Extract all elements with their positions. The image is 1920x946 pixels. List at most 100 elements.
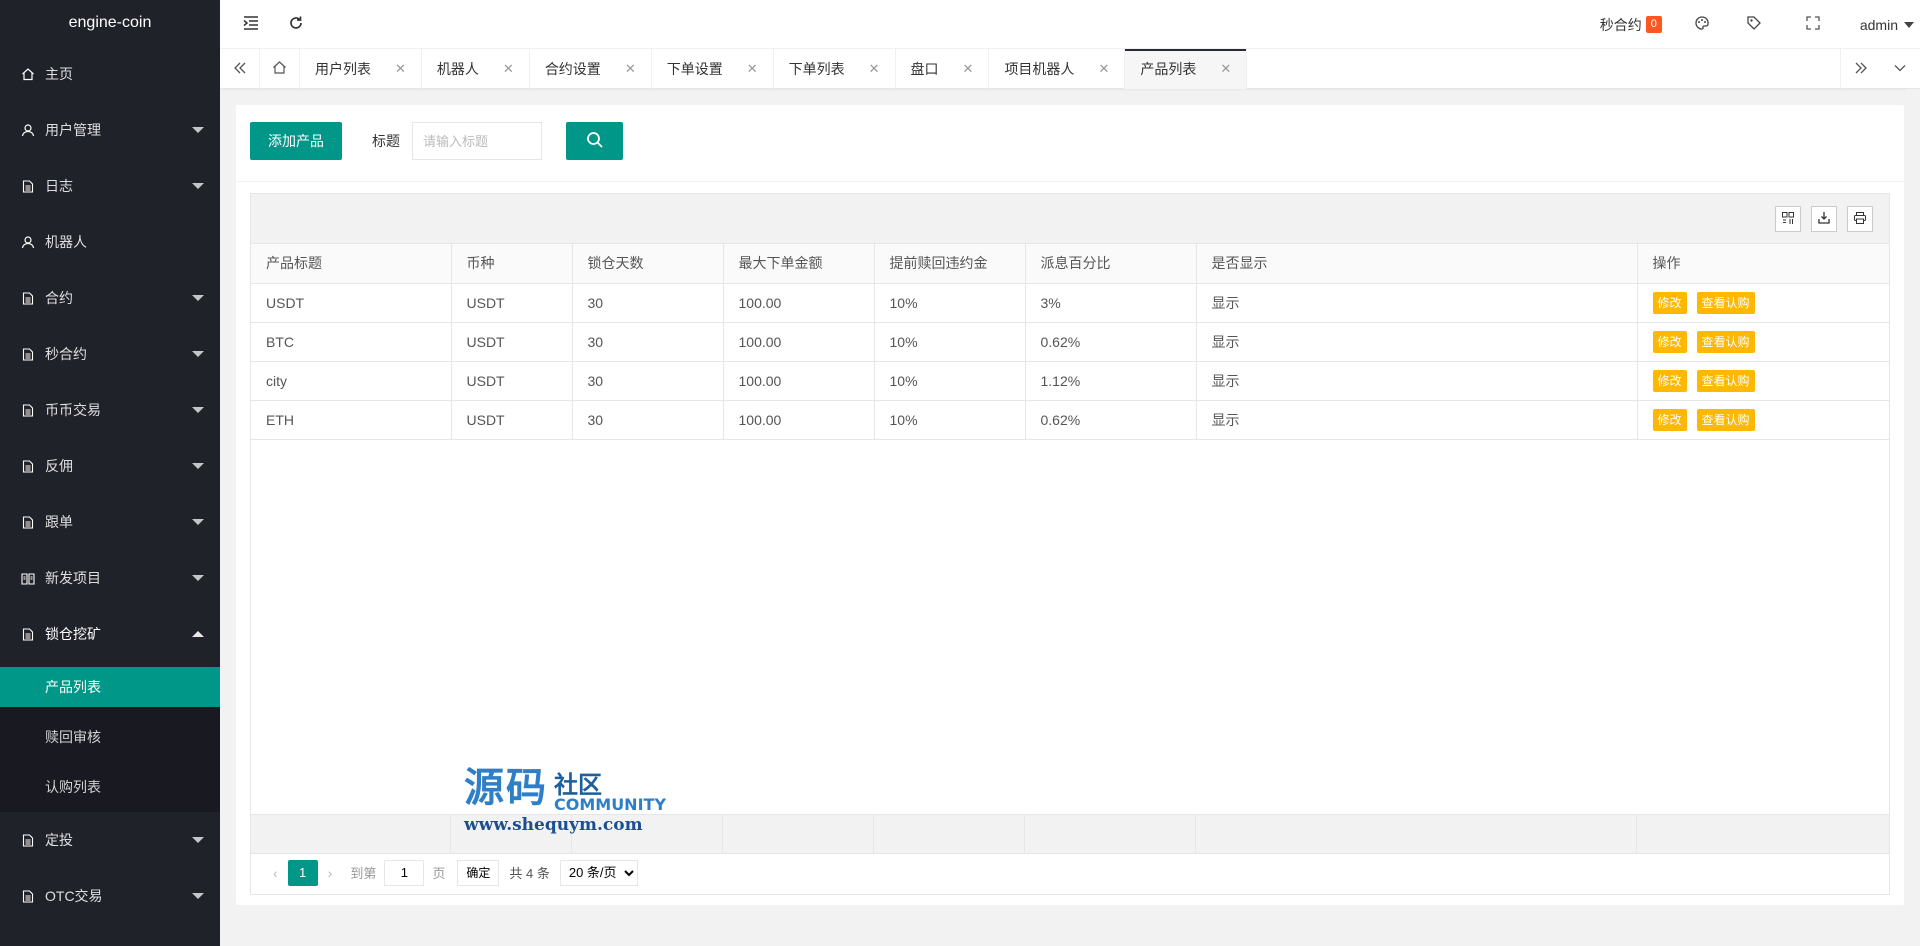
goto-page-input[interactable] bbox=[384, 859, 425, 886]
table-cell: 1.12% bbox=[1025, 361, 1197, 401]
doc-icon bbox=[20, 889, 36, 903]
table-cell: ETH bbox=[251, 400, 452, 440]
export-button[interactable] bbox=[1811, 206, 1837, 232]
tab[interactable]: 用户列表 ✕ bbox=[300, 49, 422, 89]
double-chevron-left-icon bbox=[233, 61, 247, 78]
sidebar-item[interactable]: 用户管理 bbox=[0, 102, 220, 158]
collapse-menu-button[interactable] bbox=[239, 12, 263, 36]
tab[interactable]: 项目机器人 ✕ bbox=[989, 49, 1126, 89]
sidebar-item-label: 机器人 bbox=[45, 234, 87, 250]
sidebar-item[interactable]: 秒合约 bbox=[0, 326, 220, 382]
page-size-select[interactable]: 20 条/页 bbox=[559, 859, 638, 886]
sidebar-item[interactable]: 新发项目 bbox=[0, 550, 220, 606]
table-cell: 0.62% bbox=[1025, 322, 1197, 362]
table-cell: 30 bbox=[572, 400, 724, 440]
sidebar-item[interactable]: 反佣 bbox=[0, 438, 220, 494]
action-cell: 修改 查看认购 bbox=[1637, 283, 1889, 323]
tabs-menu-button[interactable] bbox=[1880, 49, 1920, 89]
user-icon bbox=[20, 123, 36, 137]
sidebar-item[interactable]: 跟单 bbox=[0, 494, 220, 550]
sidebar-item[interactable]: 锁仓挖矿 bbox=[0, 606, 220, 662]
home-icon bbox=[20, 67, 36, 81]
doc-icon bbox=[20, 833, 36, 847]
close-icon[interactable]: ✕ bbox=[1098, 61, 1109, 77]
sidebar-item[interactable]: 主页 bbox=[0, 46, 220, 102]
add-product-button[interactable]: 添加产品 bbox=[250, 122, 342, 160]
caret-down-icon bbox=[192, 127, 204, 133]
action-cell: 修改 查看认购 bbox=[1637, 322, 1889, 362]
table-header-row: 产品标题 币种 锁仓天数 最大下单金额 提前赎回违约金 派息百分比 是否显示 操作 bbox=[251, 244, 1889, 284]
column-filter-button[interactable] bbox=[1775, 206, 1801, 232]
refresh-button[interactable] bbox=[284, 12, 308, 36]
nav-menu: 主页 用户管理 日志机器人合约 秒合约 币币交易反佣跟单新发项目 锁仓挖矿 bbox=[0, 46, 220, 662]
fullscreen-button[interactable] bbox=[1780, 0, 1846, 49]
tag-icon bbox=[1746, 15, 1762, 34]
submenu-item[interactable]: 产品列表 bbox=[0, 667, 220, 707]
tabs-scroll-left-button[interactable] bbox=[220, 49, 260, 89]
edit-button[interactable]: 修改 bbox=[1652, 330, 1687, 353]
title-search-input[interactable] bbox=[412, 122, 542, 160]
sidebar-item[interactable]: 机器人 bbox=[0, 214, 220, 270]
nav-menu-rest: 定投 OTC交易 bbox=[0, 812, 220, 924]
toolbar: 添加产品 标题 bbox=[250, 122, 623, 160]
column-header: 派息百分比 bbox=[1025, 244, 1197, 284]
tab-home[interactable] bbox=[260, 49, 300, 89]
tab[interactable]: 下单列表 ✕ bbox=[774, 49, 896, 89]
tab[interactable]: 机器人 ✕ bbox=[422, 49, 530, 89]
sidebar-item-label: 跟单 bbox=[45, 514, 73, 530]
tab-bar: 用户列表 ✕ 机器人 ✕ 合约设置 ✕ 下单设置 ✕ 下单列表 ✕ 盘口 ✕ 项目机器人 ✕ 产品列表 ✕ bbox=[220, 49, 1920, 89]
view-subscriptions-button[interactable]: 查看认购 bbox=[1696, 330, 1755, 353]
doc-icon bbox=[20, 403, 36, 417]
theme-button[interactable] bbox=[1676, 0, 1728, 49]
submenu-lock-mining: 产品列表赎回审核 认购列表 bbox=[0, 667, 220, 812]
user-menu[interactable]: admin bbox=[1846, 0, 1920, 49]
sidebar-item[interactable]: 币币交易 bbox=[0, 382, 220, 438]
next-page-button[interactable]: › bbox=[328, 865, 333, 881]
tabs-scroll-right-button[interactable] bbox=[1840, 49, 1880, 89]
edit-button[interactable]: 修改 bbox=[1652, 408, 1687, 431]
edit-button[interactable]: 修改 bbox=[1652, 291, 1687, 314]
tab[interactable]: 产品列表 ✕ bbox=[1125, 49, 1248, 89]
menu-fold-icon bbox=[243, 15, 259, 33]
caret-down-icon bbox=[192, 519, 204, 525]
columns-icon bbox=[1781, 211, 1795, 228]
close-icon[interactable]: ✕ bbox=[1220, 61, 1231, 77]
search-button[interactable] bbox=[566, 122, 623, 160]
tab[interactable]: 合约设置 ✕ bbox=[530, 49, 652, 89]
column-header: 是否显示 bbox=[1196, 244, 1638, 284]
prev-page-button[interactable]: ‹ bbox=[273, 865, 278, 881]
tab-label: 下单列表 bbox=[788, 61, 845, 77]
tab[interactable]: 下单设置 ✕ bbox=[652, 49, 774, 89]
submenu-item[interactable]: 认购列表 bbox=[0, 762, 220, 812]
sidebar-item[interactable]: 定投 bbox=[0, 812, 220, 868]
close-icon[interactable]: ✕ bbox=[625, 61, 636, 77]
sidebar-item[interactable]: OTC交易 bbox=[0, 868, 220, 924]
second-contract-notice[interactable]: 秒合约 0 bbox=[1586, 0, 1676, 49]
close-icon[interactable]: ✕ bbox=[963, 61, 974, 77]
page-1[interactable]: 1 bbox=[287, 859, 318, 886]
close-icon[interactable]: ✕ bbox=[869, 61, 880, 77]
doc-icon bbox=[20, 627, 36, 641]
view-subscriptions-button[interactable]: 查看认购 bbox=[1696, 408, 1755, 431]
sidebar-item[interactable]: 合约 bbox=[0, 270, 220, 326]
second-contract-label: 秒合约 bbox=[1599, 16, 1642, 33]
refresh-icon bbox=[288, 15, 304, 34]
close-icon[interactable]: ✕ bbox=[395, 61, 406, 77]
search-label: 标题 bbox=[372, 133, 400, 149]
submenu-item[interactable]: 赎回审核 bbox=[0, 712, 220, 762]
tab-list: 用户列表 ✕ 机器人 ✕ 合约设置 ✕ 下单设置 ✕ 下单列表 ✕ 盘口 ✕ 项目机器人 ✕ 产品列表 ✕ bbox=[300, 49, 1248, 89]
view-subscriptions-button[interactable]: 查看认购 bbox=[1696, 369, 1755, 392]
goto-confirm-button[interactable]: 确定 bbox=[457, 859, 500, 886]
edit-button[interactable]: 修改 bbox=[1652, 369, 1687, 392]
page-scrollbar[interactable] bbox=[1906, 89, 1920, 946]
chevron-down-icon bbox=[1904, 21, 1914, 28]
view-subscriptions-button[interactable]: 查看认购 bbox=[1696, 291, 1755, 314]
tab[interactable]: 盘口 ✕ bbox=[896, 49, 990, 89]
sidebar-item[interactable]: 日志 bbox=[0, 158, 220, 214]
close-icon[interactable]: ✕ bbox=[747, 61, 758, 77]
close-icon[interactable]: ✕ bbox=[503, 61, 514, 77]
sidebar-item-label: 反佣 bbox=[45, 458, 73, 474]
tag-button[interactable] bbox=[1728, 0, 1780, 49]
print-button[interactable] bbox=[1847, 206, 1873, 232]
double-chevron-right-icon bbox=[1854, 61, 1868, 78]
